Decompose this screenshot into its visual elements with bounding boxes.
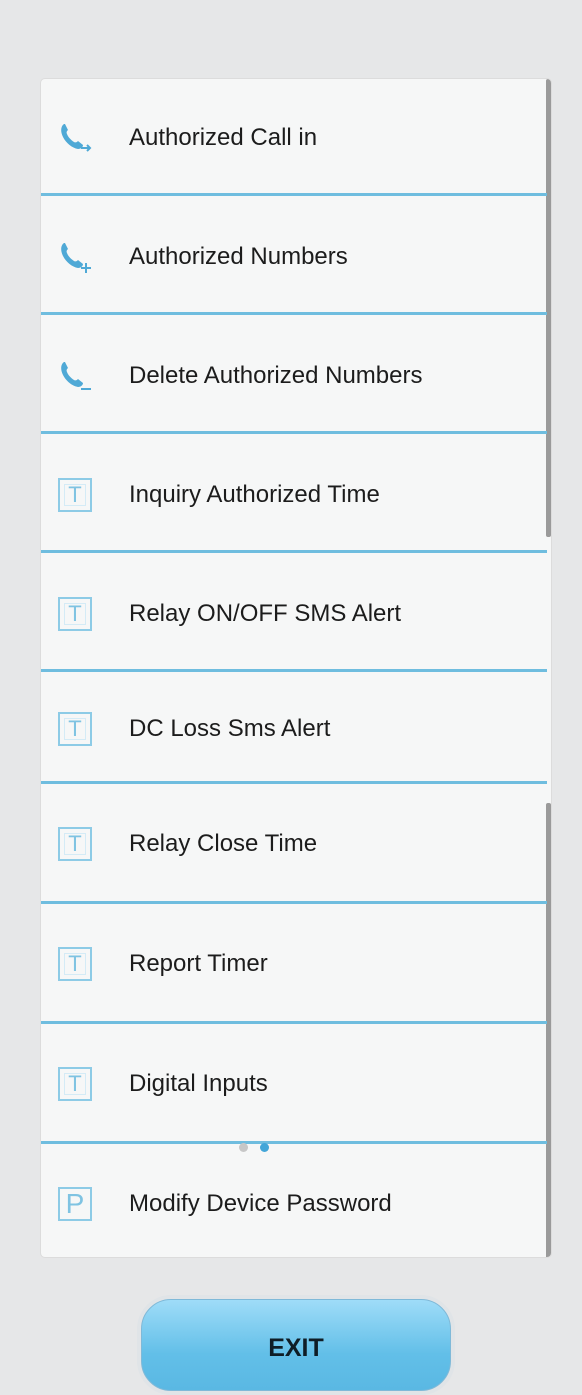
menu-item-authorized-numbers[interactable]: Authorized Numbers	[41, 198, 547, 315]
page-indicator	[239, 1143, 269, 1152]
p-box-icon: P	[55, 1184, 95, 1224]
menu-item-digital-inputs[interactable]: T Digital Inputs	[41, 1024, 547, 1144]
exit-button[interactable]: EXIT	[141, 1299, 451, 1391]
t-box-icon: T	[55, 475, 95, 515]
menu-item-label: Delete Authorized Numbers	[129, 361, 423, 389]
menu-item-label: Relay Close Time	[129, 830, 318, 857]
menu-item-label: Authorized Call in	[129, 123, 318, 151]
menu-item-relay-close-time[interactable]: T Relay Close Time	[41, 784, 547, 904]
menu-item-label: Authorized Numbers	[129, 242, 348, 270]
menu-item-label: Modify Device Password	[129, 1190, 392, 1217]
menu-item-authorized-call-in[interactable]: Authorized Call in	[41, 79, 547, 196]
menu-item-label: Relay ON/OFF SMS Alert	[129, 599, 402, 627]
menu-item-modify-device-password[interactable]: P Modify Device Password	[41, 1144, 547, 1257]
page-dot-2[interactable]	[260, 1143, 269, 1152]
menu-item-label: Inquiry Authorized Time	[129, 480, 380, 508]
t-box-icon: T	[55, 709, 95, 749]
menu-item-label: DC Loss Sms Alert	[129, 715, 331, 742]
row-divider	[41, 312, 547, 315]
menu-item-label: Digital Inputs	[129, 1070, 268, 1097]
row-divider	[41, 193, 547, 196]
menu-card: Authorized Call in Authorized Numbers De…	[40, 78, 552, 1258]
menu-item-inquiry-authorized-time[interactable]: T Inquiry Authorized Time	[41, 436, 547, 553]
menu-item-label: Report Timer	[129, 950, 268, 977]
phone-minus-icon	[55, 356, 95, 396]
menu-item-report-timer[interactable]: T Report Timer	[41, 904, 547, 1024]
row-divider	[41, 431, 547, 434]
menu-item-delete-authorized-numbers[interactable]: Delete Authorized Numbers	[41, 317, 547, 434]
phone-arrow-icon	[55, 118, 95, 158]
t-box-icon: T	[55, 824, 95, 864]
menu-item-dc-loss-sms-alert[interactable]: T DC Loss Sms Alert	[41, 674, 547, 784]
row-divider	[41, 550, 547, 553]
phone-plus-icon	[55, 237, 95, 277]
menu-item-relay-on-off-sms-alert[interactable]: T Relay ON/OFF SMS Alert	[41, 555, 547, 672]
row-divider	[41, 669, 547, 672]
t-box-icon: T	[55, 594, 95, 634]
exit-button-frame: EXIT	[137, 1295, 455, 1395]
t-box-icon: T	[55, 1064, 95, 1104]
t-box-icon: T	[55, 944, 95, 984]
page-dot-1[interactable]	[239, 1143, 248, 1152]
